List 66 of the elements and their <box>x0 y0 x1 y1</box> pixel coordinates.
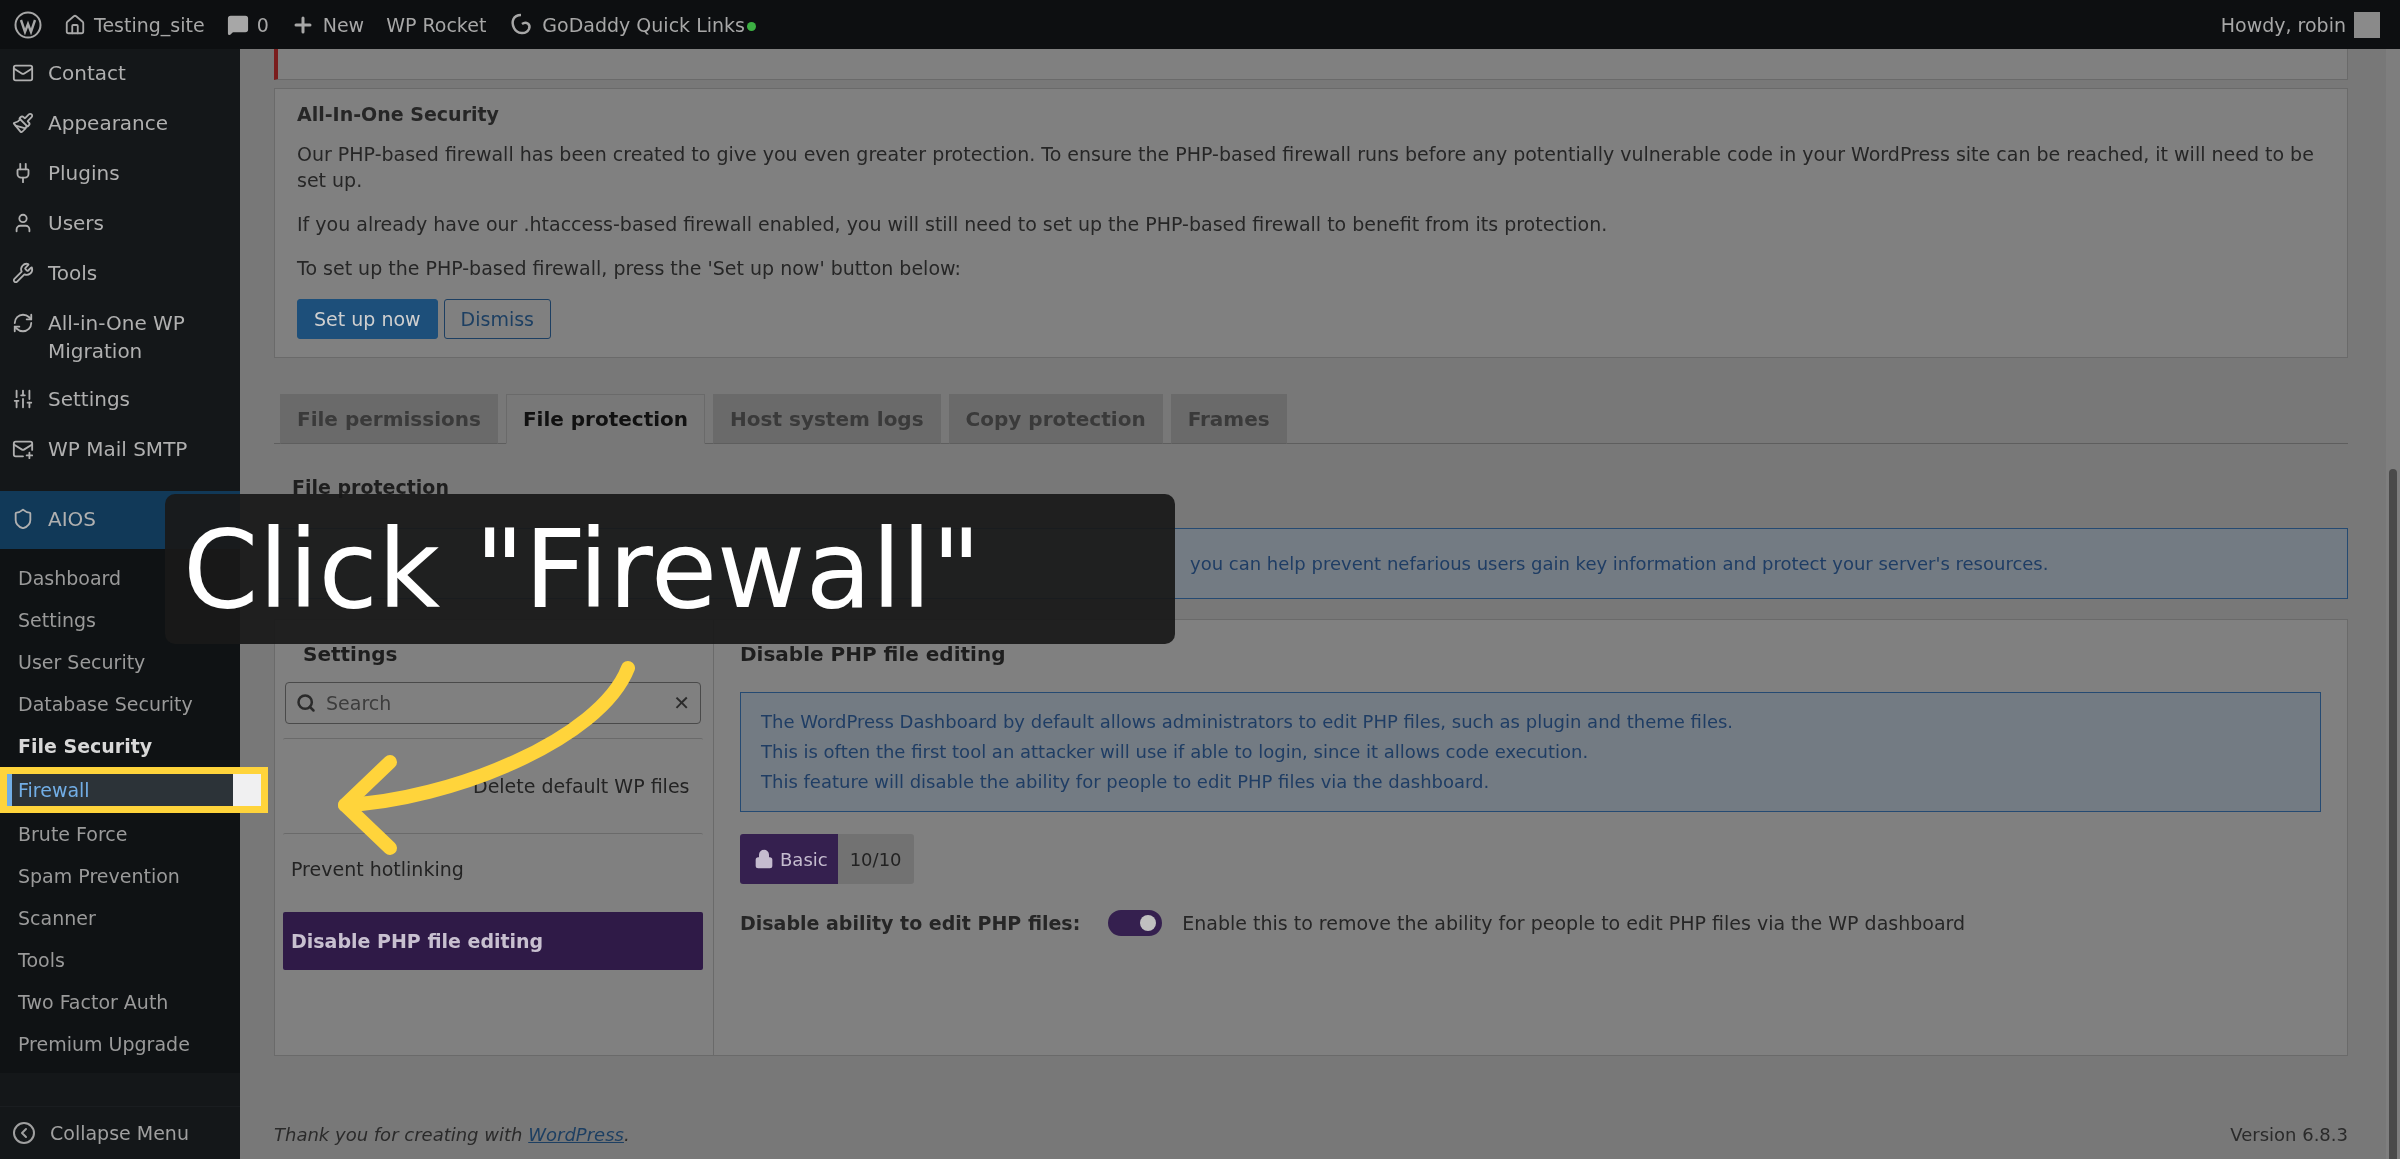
info-text: This feature will disable the ability for people to edit PHP files via the dashboard. <box>761 770 1491 794</box>
settings-title: Settings <box>302 641 399 666</box>
sidebar-item[interactable]: Plugins <box>0 149 240 199</box>
quick-links-menu[interactable]: GoDaddy Quick Links <box>508 11 756 38</box>
menu-icon <box>12 388 34 410</box>
submenu-item[interactable]: File Security <box>0 725 171 767</box>
option-description: Enable this to remove the ability for people to edit PHP files via the WP dashboard <box>1182 912 1966 934</box>
submenu-item[interactable]: Firewall <box>0 767 268 813</box>
submenu-item[interactable]: Settings <box>0 599 114 641</box>
account-menu[interactable]: Howdy, robin <box>2220 11 2380 38</box>
submenu-item[interactable]: Brute Force <box>0 813 146 855</box>
home-icon <box>64 13 86 36</box>
sidebar-item[interactable]: Users <box>0 199 240 249</box>
sidebar-item[interactable]: Tools <box>0 249 240 299</box>
submenu-item[interactable]: Premium Upgrade <box>0 1023 208 1065</box>
submenu-item[interactable]: Tools <box>0 939 83 981</box>
setup-button[interactable]: Set up now <box>297 299 438 339</box>
status-dot <box>746 21 756 31</box>
footer-text: Thank you for creating with WordPress. <box>274 1124 630 1145</box>
detail-title: Disable PHP file editing <box>740 642 1007 666</box>
notice-text: Our PHP-based firewall has been created to give you even greater protection. To ensure the PHP-based firewall runs before any potentially vulnerable code in your WordPress site can be reached, it will need to be set up. <box>297 142 2315 193</box>
sidebar-item[interactable]: Appearance <box>0 99 240 149</box>
submenu-item[interactable]: Two Factor Auth <box>0 981 187 1023</box>
collapse-icon <box>12 1121 36 1145</box>
search-field[interactable]: Search ✕ <box>285 682 701 724</box>
submenu-item[interactable]: Database Security <box>0 683 211 725</box>
menu-icon <box>12 62 34 84</box>
version-text: Version 6.8.3 <box>2230 1124 2348 1145</box>
menu-icon <box>12 112 34 134</box>
submenu-item[interactable]: Spam Prevention <box>0 855 198 897</box>
info-text: This is often the first tool an attacker will use if able to login, since it allows code execution. <box>761 740 1590 764</box>
badge-label: Basic <box>780 848 828 870</box>
option-label: Disable ability to edit PHP files: <box>740 912 1081 934</box>
avatar-icon <box>2354 11 2380 38</box>
menu-icon <box>12 438 34 460</box>
lock-icon <box>754 849 774 869</box>
clear-icon[interactable]: ✕ <box>673 691 690 715</box>
site-link[interactable]: Testing_site <box>64 13 205 36</box>
collapse-menu-button[interactable]: Collapse Menu <box>0 1106 240 1159</box>
wordpress-logo-icon[interactable] <box>14 10 42 39</box>
comments-link[interactable]: 0 <box>226 13 269 36</box>
tab[interactable]: File protection <box>505 394 706 444</box>
sidebar-item[interactable]: Contact <box>0 49 240 99</box>
notice-text: If you already have our .htaccess-based firewall enabled, you will still need to set up the PHP-based firewall to benefit from its protection. <box>297 212 1609 237</box>
toggle-switch[interactable] <box>1108 910 1163 936</box>
score-badge: 10/10 <box>837 834 914 884</box>
submenu-item[interactable]: User Security <box>0 641 164 683</box>
shield-icon <box>12 508 34 530</box>
feature-item[interactable]: Disable PHP file editing <box>283 912 703 970</box>
feature-item[interactable]: Prevent hotlinking <box>283 833 703 904</box>
sidebar-item[interactable]: WP Mail SMTP <box>0 425 240 475</box>
comment-icon <box>226 13 249 36</box>
notice-text: To set up the PHP-based firewall, press the 'Set up now' button below: <box>297 256 962 281</box>
search-icon <box>296 693 316 713</box>
tutorial-caption: Click "Firewall" <box>165 494 1175 644</box>
scrollbar-thumb[interactable] <box>2389 469 2397 1159</box>
info-text: The WordPress Dashboard by default allows administrators to edit PHP files, such as plugin and theme files. <box>761 710 1735 734</box>
rocket-link[interactable]: WP Rocket <box>386 13 487 36</box>
sidebar-item[interactable]: All-in-One WP Migration <box>0 299 240 375</box>
new-link[interactable]: New <box>290 12 365 37</box>
menu-icon <box>12 262 34 284</box>
menu-icon <box>12 312 34 334</box>
submenu-item[interactable]: Dashboard <box>0 557 140 599</box>
notice-title: All-In-One Security <box>297 103 500 125</box>
sidebar-item[interactable]: Settings <box>0 375 240 425</box>
submenu-item[interactable]: Scanner <box>0 897 114 939</box>
